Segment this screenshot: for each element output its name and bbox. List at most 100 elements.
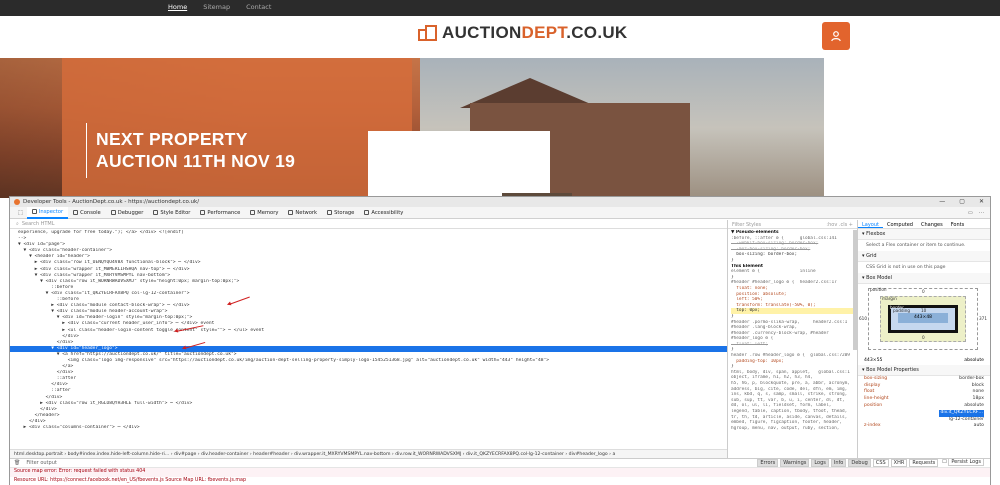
- boxmodel-section-header[interactable]: ▾ Box Model: [858, 273, 990, 284]
- nav-sitemap-link[interactable]: Sitemap: [203, 3, 230, 11]
- console-error-detail: Resource URL: https://connect.facebook.n…: [14, 478, 247, 483]
- tab-style-editor[interactable]: Style Editor: [148, 207, 195, 219]
- rules-filter[interactable]: Filter Styles :hov .cls +: [728, 220, 857, 229]
- tab-layout[interactable]: Layout: [858, 220, 883, 228]
- box-prop-value: block: [971, 382, 984, 388]
- tab-network[interactable]: Network: [283, 207, 322, 219]
- tab-computed[interactable]: Computed: [883, 220, 917, 228]
- hero-title-line1: NEXT PROPERTY: [96, 129, 248, 149]
- rules-code: ▼ Pseudo-elements:before, ::after ⚙ { gl…: [728, 229, 857, 432]
- box-prop-row: line-height 18px: [864, 396, 984, 403]
- box-prop-name: z-index: [864, 423, 881, 429]
- breadcrumb[interactable]: html.desktop.portrait › body#index.index…: [10, 449, 727, 458]
- filter-requests-button[interactable]: Requests: [909, 459, 939, 467]
- filter-css-button[interactable]: CSS: [872, 459, 889, 467]
- rules-scrollbar[interactable]: [853, 230, 857, 350]
- position-label: position: [870, 287, 887, 292]
- box-right-value[interactable]: 371: [979, 316, 987, 321]
- rules-view: Filter Styles :hov .cls + ▼ Pseudo-eleme…: [728, 220, 858, 458]
- box-prop-value: border-box: [959, 375, 984, 381]
- more-options-icon[interactable]: ⋯: [979, 210, 984, 216]
- rule-line[interactable]: ins, kbd, q, s, samp, small, strike, str…: [731, 392, 854, 398]
- tab-label: Inspector: [38, 208, 64, 215]
- tab-fonts[interactable]: Fonts: [947, 220, 969, 228]
- box-prop-value: 18px: [972, 396, 984, 402]
- trash-icon[interactable]: 🗑: [14, 460, 20, 466]
- storage-icon: [327, 210, 333, 215]
- box-padding-top-value[interactable]: 10: [921, 308, 926, 313]
- console-filter-input[interactable]: Filter output: [26, 460, 56, 466]
- site-header: AuctionDept.co.uk: [0, 16, 1000, 56]
- tab-label: Style Editor: [160, 209, 191, 216]
- box-left-value[interactable]: 610: [859, 316, 867, 321]
- tab-memory[interactable]: Memory: [245, 207, 283, 219]
- tab-label: Memory: [257, 209, 279, 216]
- tab-debugger[interactable]: Debugger: [106, 207, 149, 219]
- tab-storage[interactable]: Storage: [322, 207, 359, 219]
- box-prop-value: auto: [973, 423, 984, 429]
- hero-white-box: [368, 131, 550, 198]
- box-position-value: absolute: [964, 358, 984, 363]
- devtools-window: Developer Tools - AuctionDept.co.uk - ht…: [9, 196, 991, 485]
- tab-console[interactable]: Console: [68, 207, 106, 219]
- performance-icon: [200, 210, 206, 215]
- flexbox-section-header[interactable]: ▾ Flexbox: [858, 229, 990, 240]
- close-button[interactable]: ✕: [979, 198, 984, 205]
- box-content[interactable]: 443×48: [898, 313, 948, 323]
- hero-title-line2: AUCTION 11TH NOV 19: [96, 151, 296, 171]
- grid-section-header[interactable]: ▾ Grid: [858, 251, 990, 262]
- tab-label: Performance: [207, 209, 241, 216]
- box-prop-row: display block: [864, 383, 984, 390]
- rules-toggles[interactable]: :hov .cls +: [826, 222, 853, 228]
- search-input[interactable]: Search HTML: [22, 221, 55, 227]
- box-bottom-value[interactable]: 0: [922, 335, 925, 340]
- box-prop-name: line-height: [864, 396, 889, 402]
- rules-filter-input[interactable]: Filter Styles: [732, 222, 761, 228]
- rule-line[interactable]: h5, h6, p, blockquote, pre, a, abbr, acr…: [731, 381, 854, 387]
- nav-contact-link[interactable]: Contact: [246, 3, 271, 11]
- rule-line[interactable]: hgroup, menu, nav, output, ruby, section…: [731, 426, 854, 432]
- rule-line[interactable]: embed, figure, figcaption, footer, heade…: [731, 420, 854, 426]
- filter-debug-button[interactable]: Debug: [848, 459, 871, 467]
- margin-label: margin: [882, 296, 897, 301]
- box-prop-row: div.it_QKZYECRF…: [864, 409, 984, 417]
- tab-accessibility[interactable]: Accessibility: [359, 207, 408, 219]
- persist-logs-checkbox[interactable]: ☐ Persist Logs: [940, 458, 986, 467]
- filter-warnings-button[interactable]: Warnings: [780, 459, 810, 467]
- layout-view: Layout Computed Changes Fonts ▾ Flexbox …: [858, 220, 990, 458]
- filter-info-button[interactable]: Info: [830, 459, 847, 467]
- minimize-button[interactable]: —: [939, 198, 945, 205]
- accessibility-icon: [364, 210, 370, 215]
- devtools-titlebar: Developer Tools - AuctionDept.co.uk - ht…: [10, 197, 990, 207]
- filter-xhr-button[interactable]: XHR: [890, 459, 908, 467]
- tab-inspector[interactable]: Inspector: [26, 206, 69, 219]
- tab-label: Network: [295, 209, 318, 216]
- top-nav-bar: Home Sitemap Contact: [0, 0, 1000, 16]
- box-props-header[interactable]: ▾ Box Model Properties: [858, 364, 990, 376]
- console-error-message: Source map error: Error: request failed …: [10, 468, 990, 477]
- box-dims-row: 443×55 absolute: [858, 358, 990, 365]
- account-button[interactable]: [822, 22, 850, 50]
- box-top-value[interactable]: 0: [922, 289, 925, 294]
- filter-errors-button[interactable]: Errors: [757, 459, 779, 467]
- maximize-button[interactable]: ▢: [959, 198, 965, 205]
- rule-line[interactable]: header .row #header_logo ⚙ { global.css:…: [731, 353, 854, 359]
- box-prop-value: div.it_QKZYECRF…: [939, 409, 984, 417]
- tab-performance[interactable]: Performance: [195, 207, 245, 219]
- rule-line[interactable]: legend, table, caption, tbody, tfoot, th…: [731, 409, 854, 415]
- search-icon: ⌕: [16, 221, 19, 227]
- tab-label: Debugger: [117, 209, 144, 216]
- section-title: Flexbox: [866, 231, 886, 237]
- tab-changes[interactable]: Changes: [917, 220, 947, 228]
- responsive-mode-icon[interactable]: ▭: [968, 210, 973, 216]
- logo-house-icon: [418, 25, 438, 41]
- site-logo[interactable]: AuctionDept.co.uk: [418, 23, 628, 43]
- filter-logs-button[interactable]: Logs: [811, 459, 829, 467]
- memory-icon: [250, 210, 256, 215]
- markup-search[interactable]: ⌕ Search HTML: [10, 220, 727, 229]
- logo-text: AuctionDept.co.uk: [442, 23, 628, 43]
- pick-element-icon[interactable]: ⬚: [14, 210, 27, 216]
- nav-home-link[interactable]: Home: [168, 3, 187, 11]
- markup-node[interactable]: ▶ <div class="columns-container"> ⋯ </di…: [10, 425, 727, 431]
- markup-view: ⌕ Search HTML experience, upgrade for fr…: [10, 220, 728, 458]
